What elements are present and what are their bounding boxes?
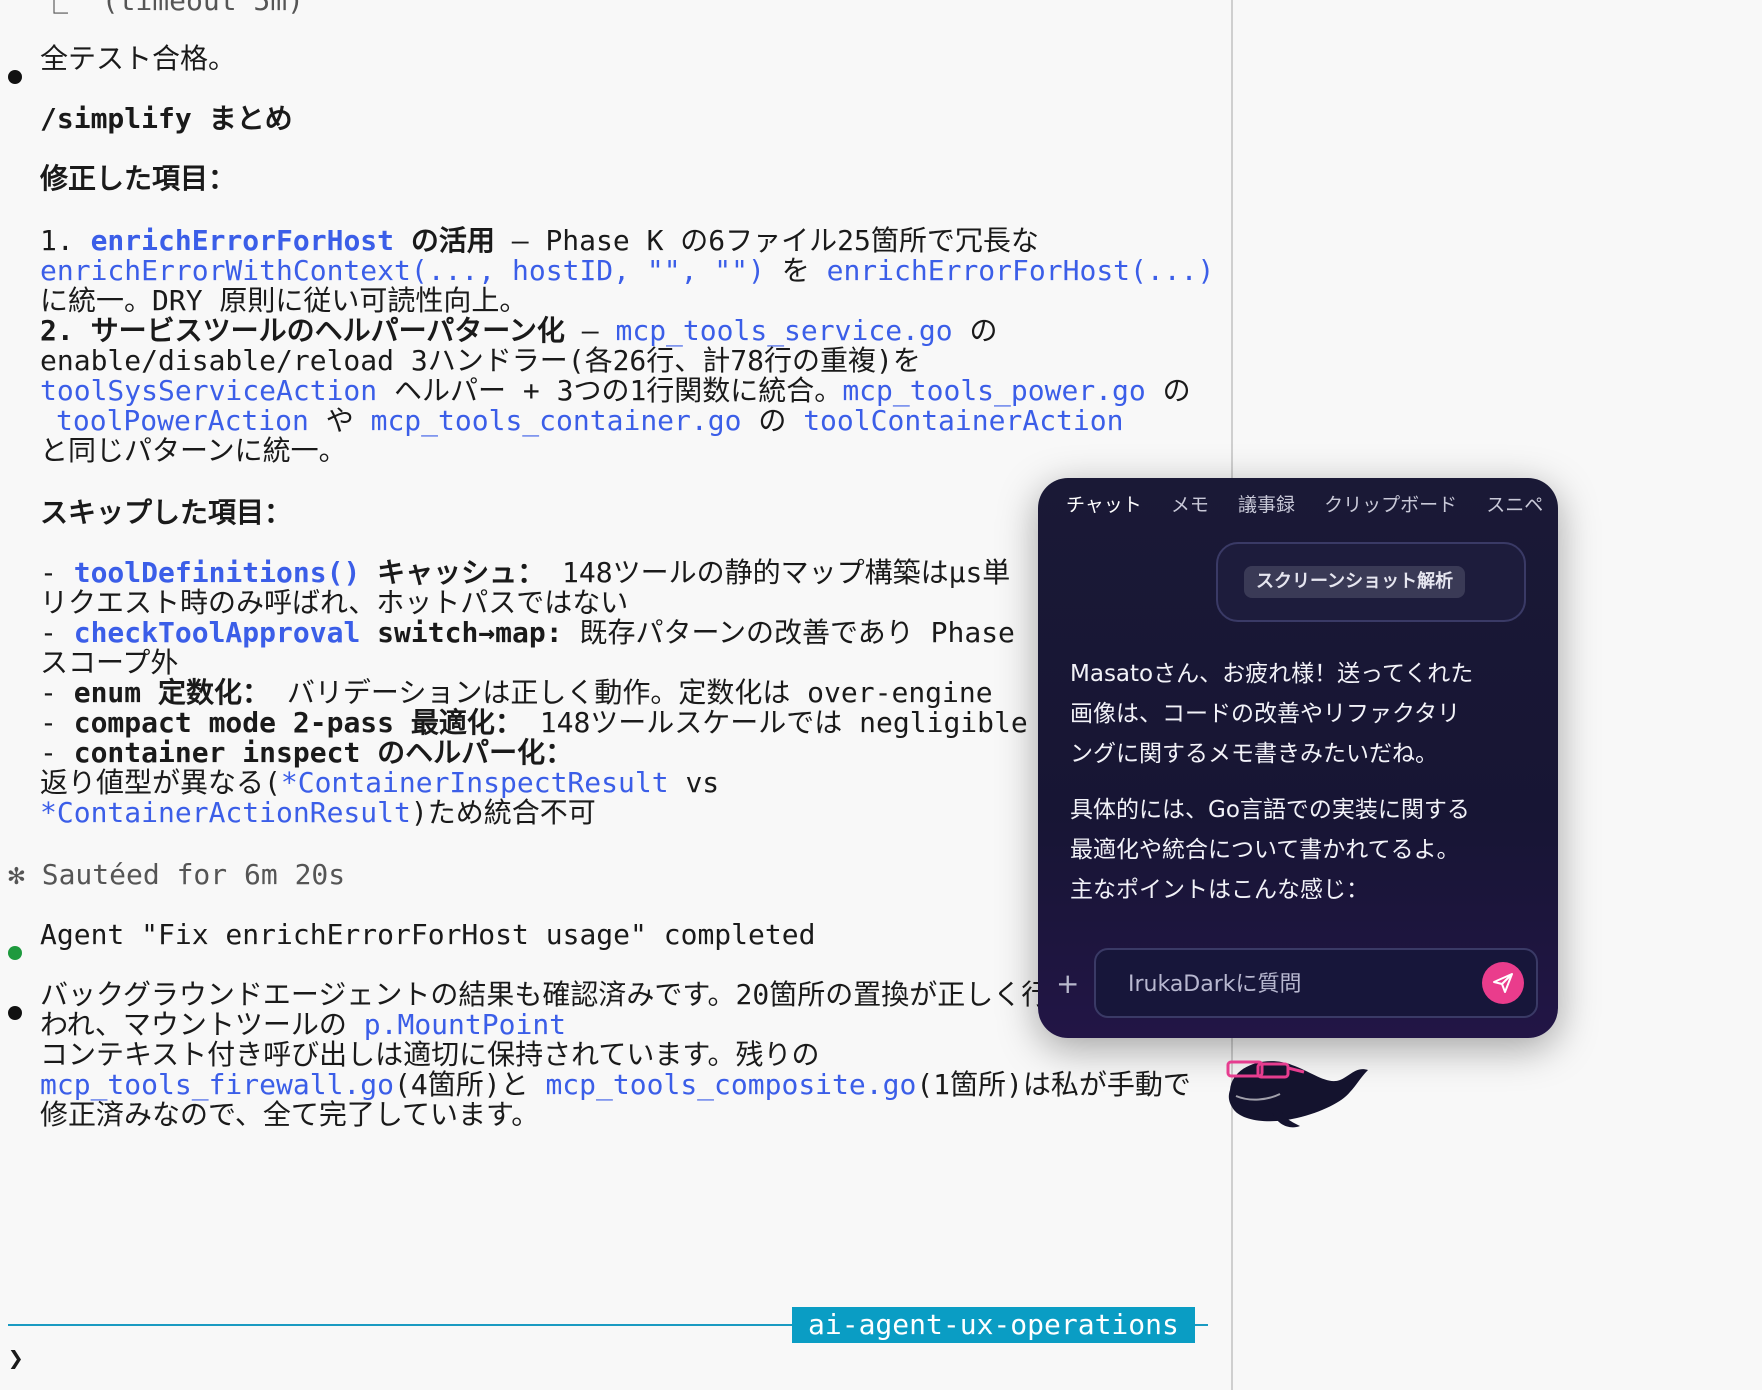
bg-line5: 修正済みなので、全て完了しています。 — [40, 1098, 540, 1131]
bg-line3: コンテキスト付き呼び出しは適切に保持されています。残りの — [40, 1038, 820, 1071]
tab-snippets[interactable]: スニペ — [1486, 488, 1543, 522]
skip3-line: - enum 定数化： バリデーションは正しく動作。定数化は over-engi… — [40, 676, 993, 709]
item1-line2: enrichErrorWithContext(..., hostID, "", … — [40, 254, 1215, 287]
item2-line1: 2. サービスツールのヘルパーパターン化 — mcp_tools_service… — [40, 314, 998, 347]
timeout-line: ⎿ (timeout 5m) — [40, 0, 305, 17]
sauteed-status: ✻ Sautéed for 6m 20s — [8, 858, 346, 891]
chat-input-row: + IrukaDarkに質問 — [1038, 948, 1558, 1022]
assistant-message-1: Masatoさん、お疲れ様！送ってくれた 画像は、コードの改善やリファクタリ ン… — [1070, 661, 1474, 767]
fixed-heading: 修正した項目： — [40, 162, 237, 195]
bg-line2: われ、マウントツールの p.MountPoint — [40, 1008, 567, 1041]
skip1-line2: リクエスト時のみ呼ばれ、ホットパスではない — [40, 586, 629, 619]
item1-line3: に統一。DRY 原則に従い可読性向上。 — [40, 284, 528, 317]
tab-chat[interactable]: チャット — [1066, 488, 1142, 522]
skip5-line1: - container inspect のヘルパー化： — [40, 736, 574, 769]
skip4-line: - compact mode 2-pass 最適化： 148ツールスケールでは … — [40, 706, 1028, 739]
bullet — [8, 58, 22, 92]
tab-minutes[interactable]: 議事録 — [1238, 488, 1295, 522]
dolphin-mascot-icon[interactable] — [1222, 1040, 1372, 1140]
branch-badge: ai-agent-ux-operations — [792, 1307, 1195, 1343]
skip1-line1: - toolDefinitions() キャッシュ： 148ツールの静的マップ構… — [40, 556, 1011, 589]
simplify-title: /simplify まとめ — [40, 102, 293, 135]
pass-message: 全テスト合格。 — [40, 42, 237, 75]
skipped-heading: スキップした項目： — [40, 496, 293, 529]
agent-completed: Agent "Fix enrichErrorForHost usage" com… — [40, 918, 816, 951]
tab-clipboard[interactable]: クリップボード — [1324, 488, 1457, 522]
item2-line4: toolPowerAction や mcp_tools_container.go… — [56, 404, 1124, 437]
bg-line4: mcp_tools_firewall.go(4箇所)と mcp_tools_co… — [40, 1068, 1191, 1101]
chat-tabs: チャット メモ 議事録 クリップボード スニペ — [1066, 488, 1558, 522]
item1-line1: 1. enrichErrorForHost の活用 — Phase K の6ファ… — [40, 224, 1039, 257]
skip2-line1: - checkToolApproval switch→map: 既存パターンの改… — [40, 616, 1015, 649]
item2-line5: と同じパターンに統一。 — [40, 434, 347, 467]
item2-line2: enable/disable/reload 3ハンドラー(各26行、計78行の重… — [40, 344, 921, 377]
skip5-line3: *ContainerActionResult)ため統合不可 — [40, 796, 596, 829]
tab-memo[interactable]: メモ — [1171, 488, 1209, 522]
chat-input[interactable]: IrukaDarkに質問 — [1094, 948, 1538, 1018]
bg-line1: バックグラウンドエージェントの結果も確認済みです。20箇所の置換が正しく行 — [40, 978, 1050, 1011]
send-button[interactable] — [1482, 962, 1524, 1004]
send-icon — [1493, 973, 1513, 993]
assistant-message-2: 具体的には、Go言語での実装に関する 最適化や統合について書かれてるよ。 主なポ… — [1070, 797, 1470, 903]
chat-window: チャット メモ 議事録 クリップボード スニペ スクリーンショット解析 Masa… — [1038, 478, 1558, 1038]
add-attachment-button[interactable]: + — [1056, 966, 1079, 1002]
skip2-line2: スコープ外 — [40, 646, 179, 679]
skip5-line2: 返り値型が異なる(*ContainerInspectResult vs — [40, 766, 720, 799]
bullet-green — [8, 934, 22, 968]
input-prompt[interactable]: ❯ — [8, 1342, 24, 1376]
bullet — [8, 994, 22, 1028]
user-message-bubble: スクリーンショット解析 — [1216, 542, 1526, 622]
screenshot-analysis-chip[interactable]: スクリーンショット解析 — [1244, 566, 1466, 598]
item2-line3: toolSysServiceAction ヘルパー + 3つの1行関数に統合。m… — [40, 374, 1191, 407]
